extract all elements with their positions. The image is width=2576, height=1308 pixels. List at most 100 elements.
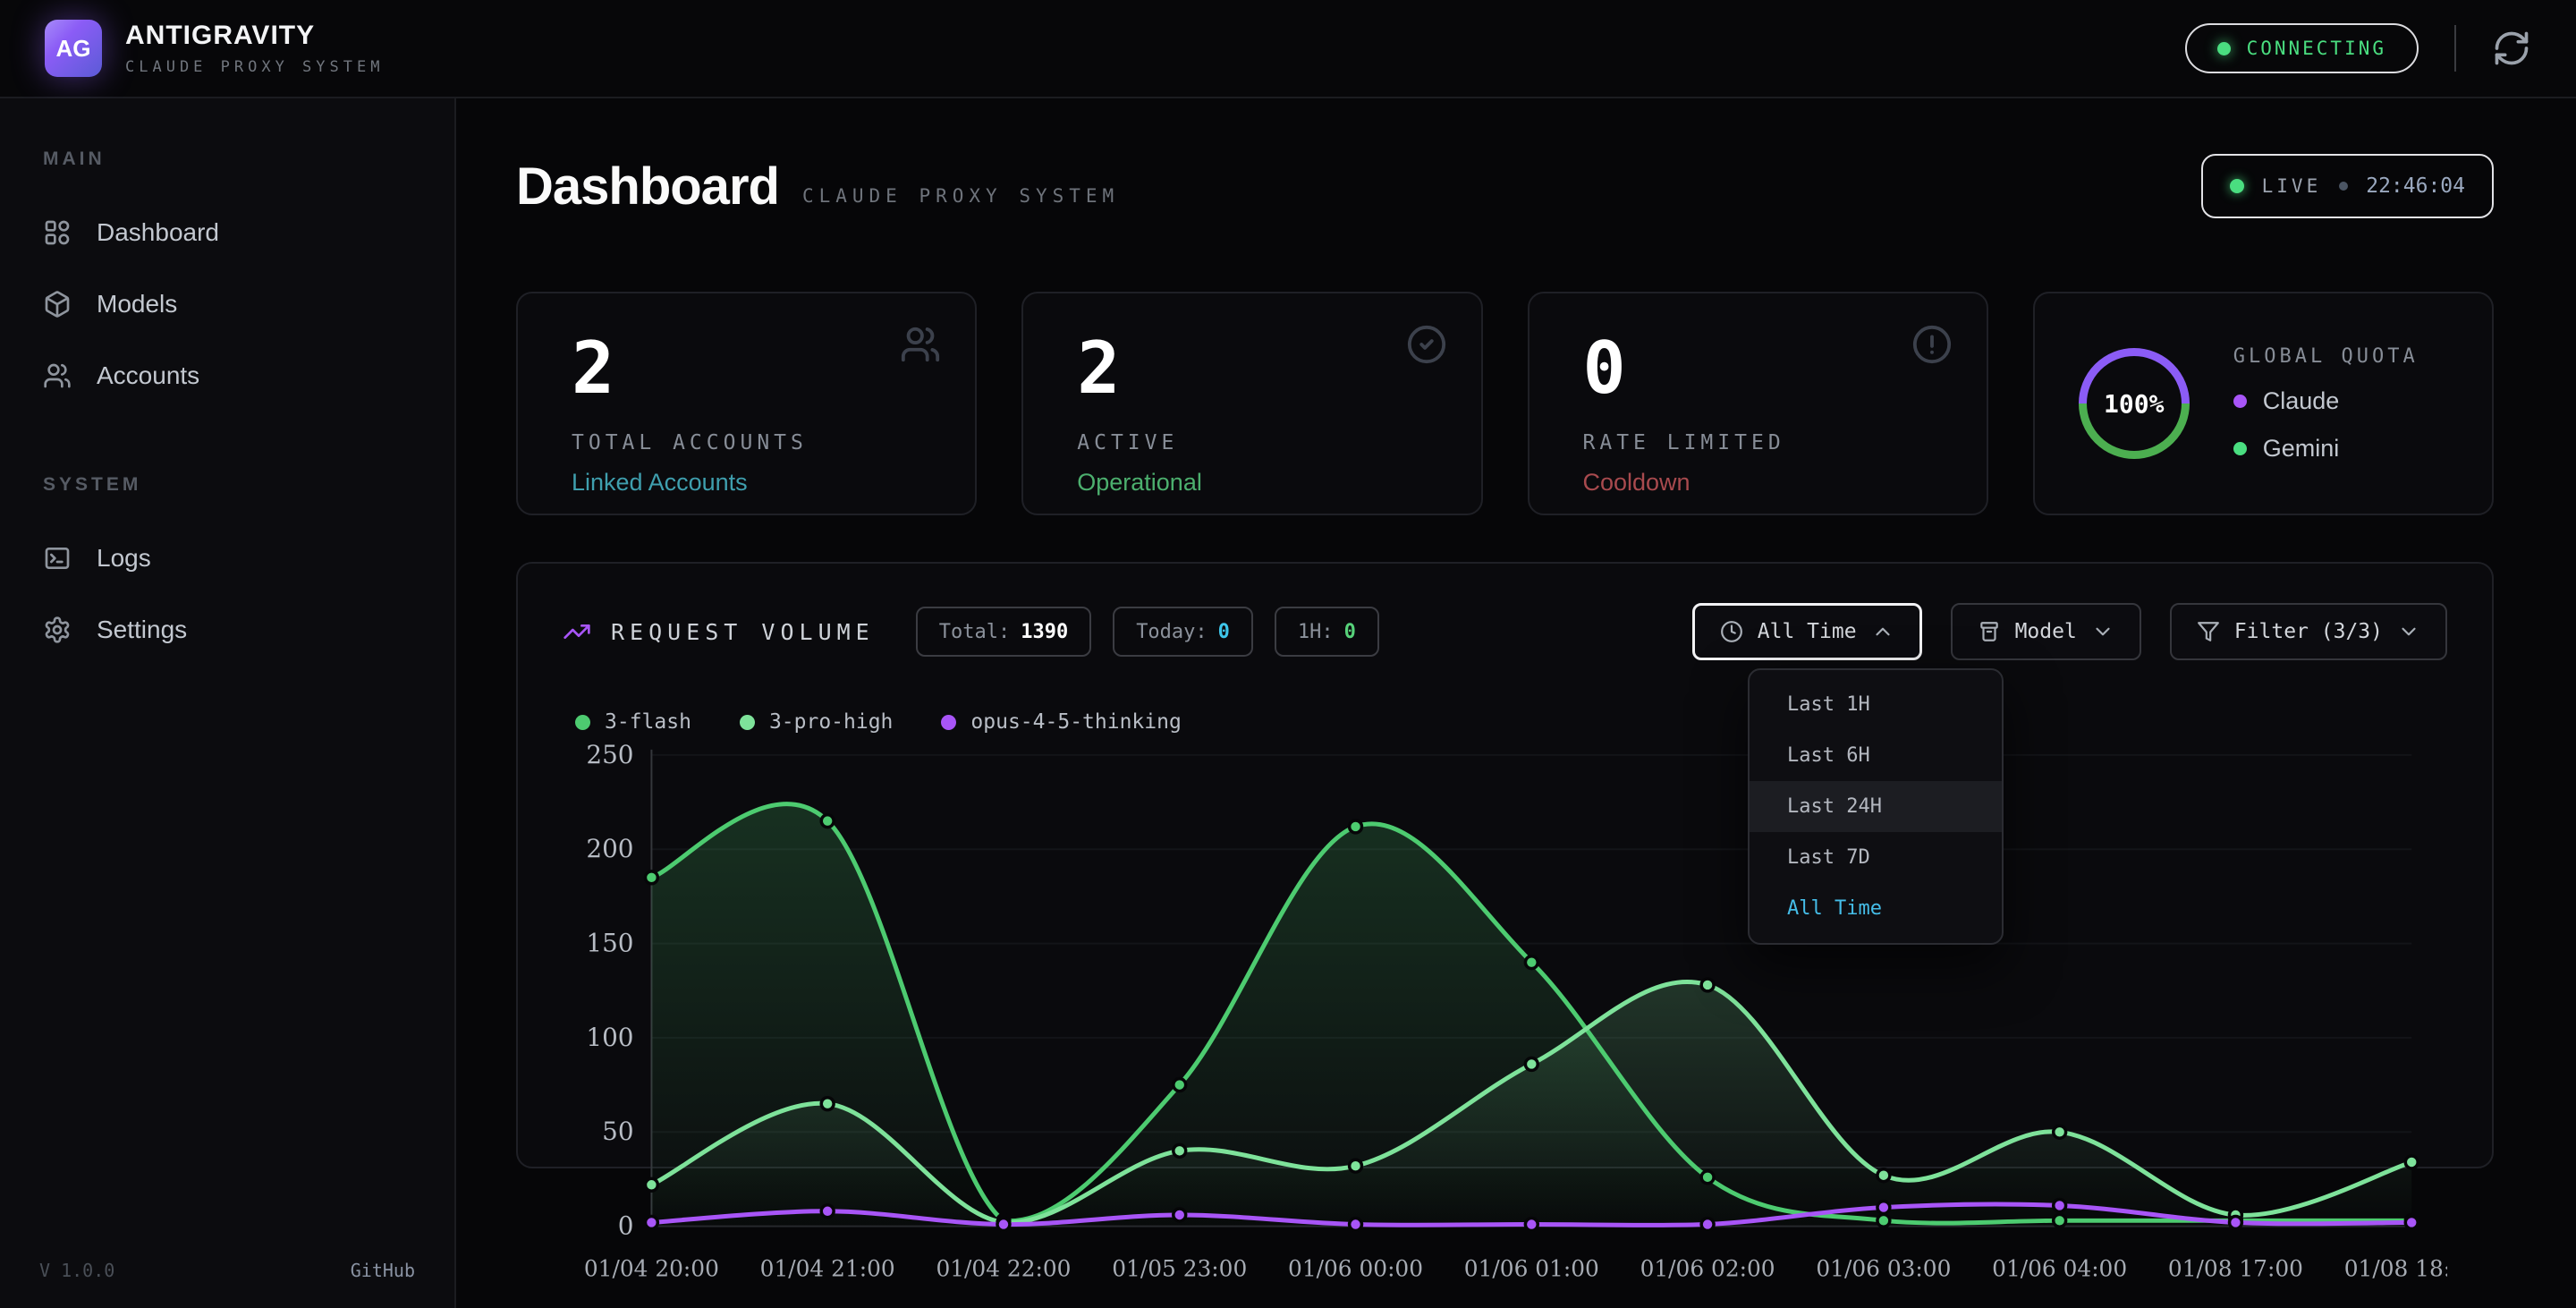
stat-label: RATE LIMITED xyxy=(1583,431,1933,454)
svg-text:01/04 20:00: 01/04 20:00 xyxy=(584,1255,719,1281)
version-label: V 1.0.0 xyxy=(39,1260,114,1281)
gear-icon xyxy=(43,616,72,644)
stat-card-total-accounts: 2 TOTAL ACCOUNTS Linked Accounts xyxy=(516,292,977,515)
live-label: LIVE xyxy=(2262,175,2322,197)
status-dot-icon xyxy=(2217,42,2231,55)
chart-title-group: REQUEST VOLUME xyxy=(563,617,875,646)
app-title: ANTIGRAVITY xyxy=(125,21,384,51)
sidebar: MAIN Dashboard Models Accounts SYSTEM xyxy=(0,98,456,1308)
chart-controls: All Time Model xyxy=(1692,603,2447,660)
dashboard-grid-icon xyxy=(43,218,72,247)
live-dot-icon xyxy=(2230,179,2244,193)
main-content: Dashboard CLAUDE PROXY SYSTEM LIVE 22:46… xyxy=(456,98,2576,1308)
chart-header: REQUEST VOLUME Total: 1390 Today: 0 1H: … xyxy=(563,603,2447,660)
alert-circle-icon xyxy=(1911,324,1953,365)
quota-legend-claude: Claude xyxy=(2233,387,2419,415)
cube-icon xyxy=(43,290,72,319)
connection-status-label: CONNECTING xyxy=(2247,38,2386,59)
sidebar-item-label: Models xyxy=(97,290,177,319)
sidebar-item-models[interactable]: Models xyxy=(0,268,454,340)
quota-legend: GLOBAL QUOTA Claude Gemini xyxy=(2233,345,2419,463)
sidebar-item-dashboard[interactable]: Dashboard xyxy=(0,197,454,268)
svg-text:50: 50 xyxy=(602,1117,633,1146)
svg-text:01/04 22:00: 01/04 22:00 xyxy=(936,1255,1071,1281)
quota-percent: 100% xyxy=(2074,344,2194,463)
stat-value: 2 xyxy=(572,329,921,408)
dropdown-item[interactable]: Last 6H xyxy=(1750,730,2002,781)
time-range-dropdown: Last 1HLast 6HLast 24HLast 7DAll Time xyxy=(1748,668,2004,945)
archive-box-icon xyxy=(1978,620,2001,643)
svg-text:0: 0 xyxy=(618,1211,634,1241)
filter-button[interactable]: Filter (3/3) xyxy=(2170,603,2447,660)
svg-text:01/04 21:00: 01/04 21:00 xyxy=(760,1255,895,1281)
sidebar-item-label: Settings xyxy=(97,616,187,644)
stat-card-rate-limited: 0 RATE LIMITED Cooldown xyxy=(1528,292,1988,515)
request-volume-chart: 05010015020025001/04 20:0001/04 21:0001/… xyxy=(563,739,2447,1288)
trending-up-icon xyxy=(563,617,591,646)
model-filter-button[interactable]: Model xyxy=(1951,603,2141,660)
app-logo: AG xyxy=(45,20,102,77)
chart-title: REQUEST VOLUME xyxy=(611,619,875,645)
one-hour-pill: 1H: 0 xyxy=(1275,607,1379,657)
dropdown-item[interactable]: Last 24H xyxy=(1750,781,2002,832)
legend-dot-icon xyxy=(575,715,590,730)
stat-label: TOTAL ACCOUNTS xyxy=(572,431,921,454)
stat-value: 0 xyxy=(1583,329,1933,408)
page-header: Dashboard CLAUDE PROXY SYSTEM LIVE 22:46… xyxy=(516,154,2494,218)
svg-text:01/06 01:00: 01/06 01:00 xyxy=(1464,1255,1599,1281)
dropdown-item[interactable]: Last 7D xyxy=(1750,832,2002,883)
sidebar-item-settings[interactable]: Settings xyxy=(0,594,454,666)
chevron-down-icon xyxy=(2091,620,2114,643)
sidebar-item-logs[interactable]: Logs xyxy=(0,522,454,594)
chart-legend: 3-flash 3-pro-high opus-4-5-thinking xyxy=(563,710,2447,734)
sidebar-footer: V 1.0.0 GitHub xyxy=(0,1260,454,1281)
logo-text: AG xyxy=(56,35,91,63)
total-pill: Total: 1390 xyxy=(916,607,1091,657)
stat-card-active: 2 ACTIVE Operational xyxy=(1021,292,1482,515)
connection-status-badge[interactable]: CONNECTING xyxy=(2185,23,2419,73)
legend-dot-icon xyxy=(740,715,755,730)
time-range-button[interactable]: All Time xyxy=(1692,603,1922,660)
line-chart-svg: 05010015020025001/04 20:0001/04 21:0001/… xyxy=(563,739,2447,1288)
legend-item: 3-flash xyxy=(575,710,691,734)
header-divider xyxy=(2454,25,2456,72)
dropdown-item[interactable]: Last 1H xyxy=(1750,679,2002,730)
sidebar-section-system: SYSTEM xyxy=(0,474,454,496)
check-circle-icon xyxy=(1406,324,1447,365)
stat-card-global-quota: 100% GLOBAL QUOTA Claude Gemini xyxy=(2033,292,2494,515)
request-volume-card: REQUEST VOLUME Total: 1390 Today: 0 1H: … xyxy=(516,562,2494,1168)
today-pill: Today: 0 xyxy=(1113,607,1253,657)
sidebar-item-label: Dashboard xyxy=(97,218,219,247)
refresh-icon[interactable] xyxy=(2492,29,2531,68)
svg-text:01/06 04:00: 01/06 04:00 xyxy=(1992,1255,2127,1281)
legend-item: 3-pro-high xyxy=(740,710,893,734)
svg-text:200: 200 xyxy=(586,834,633,863)
app-window: AG ANTIGRAVITY CLAUDE PROXY SYSTEM CONNE… xyxy=(0,0,2576,1308)
sidebar-section-main: MAIN xyxy=(0,149,454,170)
svg-text:250: 250 xyxy=(586,740,633,769)
svg-text:01/08 17:00: 01/08 17:00 xyxy=(2168,1255,2303,1281)
svg-text:01/05 23:00: 01/05 23:00 xyxy=(1112,1255,1247,1281)
stat-value: 2 xyxy=(1077,329,1427,408)
sidebar-item-label: Logs xyxy=(97,544,151,573)
brand-block: ANTIGRAVITY CLAUDE PROXY SYSTEM xyxy=(125,21,384,76)
sidebar-item-accounts[interactable]: Accounts xyxy=(0,340,454,412)
svg-text:150: 150 xyxy=(586,929,633,958)
clock-icon xyxy=(1720,620,1743,643)
stat-sublabel: Operational xyxy=(1077,469,1427,497)
dropdown-item[interactable]: All Time xyxy=(1750,883,2002,934)
legend-dot-icon xyxy=(941,715,956,730)
legend-item: opus-4-5-thinking xyxy=(941,710,1181,734)
github-link[interactable]: GitHub xyxy=(351,1260,415,1281)
chart-stat-pills: Total: 1390 Today: 0 1H: 0 xyxy=(916,607,1379,657)
svg-text:01/06 00:00: 01/06 00:00 xyxy=(1288,1255,1423,1281)
live-clock: 22:46:04 xyxy=(2366,174,2465,198)
stat-label: ACTIVE xyxy=(1077,431,1427,454)
quota-ring: 100% xyxy=(2074,344,2194,463)
chevron-up-icon xyxy=(1871,620,1894,643)
users-icon xyxy=(43,361,72,390)
svg-text:01/06 02:00: 01/06 02:00 xyxy=(1640,1255,1775,1281)
chevron-down-icon xyxy=(2397,620,2420,643)
quota-legend-gemini: Gemini xyxy=(2233,435,2419,463)
stat-cards-row: 2 TOTAL ACCOUNTS Linked Accounts 2 ACTIV… xyxy=(516,292,2494,515)
